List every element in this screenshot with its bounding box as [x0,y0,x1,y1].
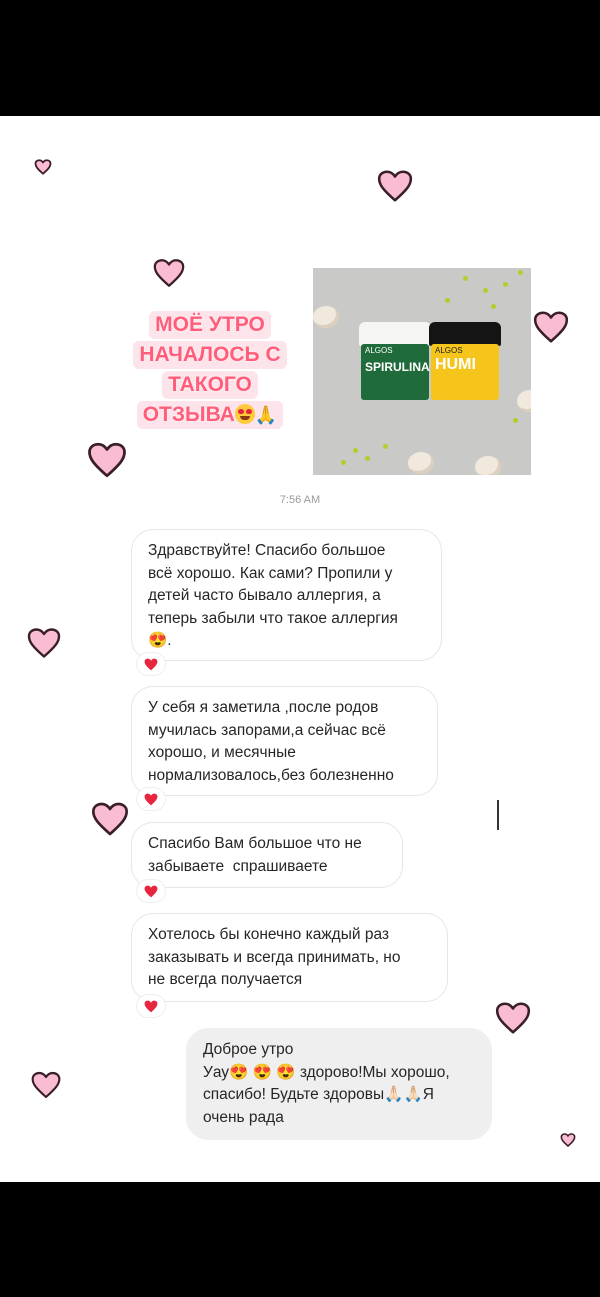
heart-icon [560,1132,576,1148]
message-text: Хотелось бы конечно каждый раз заказыват… [148,926,401,988]
message-text: Здравствуйте! Спасибо большое всё хорошо… [148,542,398,649]
promo-line: ТАКОГО [162,371,258,399]
message-text: У себя я заметила ,после родов мучилась … [148,699,394,784]
jar-label: HUMI [435,356,476,373]
heart-icon [30,1068,62,1102]
heart-icon [532,306,570,348]
heart-eyes-emoji-icon [234,404,255,424]
spirulina-jar: ALGOS SPIRULINA [359,322,431,402]
heart-reaction-icon[interactable] [137,880,165,902]
heart-icon [26,624,62,662]
incoming-message[interactable]: Спасибо Вам большое что не забываете спр… [131,822,403,888]
heart-icon [34,158,52,176]
heart-reaction-icon[interactable] [137,995,165,1017]
bottom-black-bar [0,1182,600,1297]
promo-line-last: ОТЗЫВА 🙏 [136,401,284,429]
message-text: Спасибо Вам большое что не забываете спр… [148,835,362,875]
jar-brand: ALGOS [365,346,393,355]
jar-label: SPIRULINA [365,360,430,374]
heart-reaction-icon[interactable] [137,653,165,675]
humi-jar: ALGOS HUMI [429,322,501,402]
promo-headline: МОЁ УТРО НАЧАЛОСЬ С ТАКОГО ОТЗЫВА 🙏 [128,310,292,430]
text-cursor [497,800,499,830]
top-black-bar [0,0,600,116]
incoming-message[interactable]: Хотелось бы конечно каждый раз заказыват… [131,913,448,1002]
jar-brand: ALGOS [435,346,463,355]
heart-icon [376,166,414,206]
promo-line: МОЁ УТРО [149,311,271,339]
message-text: Доброе утро Уау😍 😍 😍 здорово!Мы хорошо, … [203,1041,450,1126]
incoming-message[interactable]: Здравствуйте! Спасибо большое всё хорошо… [131,529,442,661]
incoming-message[interactable]: У себя я заметила ,после родов мучилась … [131,686,438,796]
heart-icon [152,256,186,290]
praying-hands-emoji-icon: 🙏 [254,405,278,425]
promo-line: ОТЗЫВА [142,403,235,426]
heart-icon [494,998,532,1038]
outgoing-message[interactable]: Доброе утро Уау😍 😍 😍 здорово!Мы хорошо, … [186,1028,492,1140]
message-timestamp: 7:56 AM [279,494,321,506]
promo-line: НАЧАЛОСЬ С [133,341,287,369]
heart-reaction-icon[interactable] [137,788,165,810]
heart-icon [86,436,128,484]
product-photo: ALGOS SPIRULINA ALGOS HUMI [313,268,531,475]
heart-icon [90,798,130,840]
